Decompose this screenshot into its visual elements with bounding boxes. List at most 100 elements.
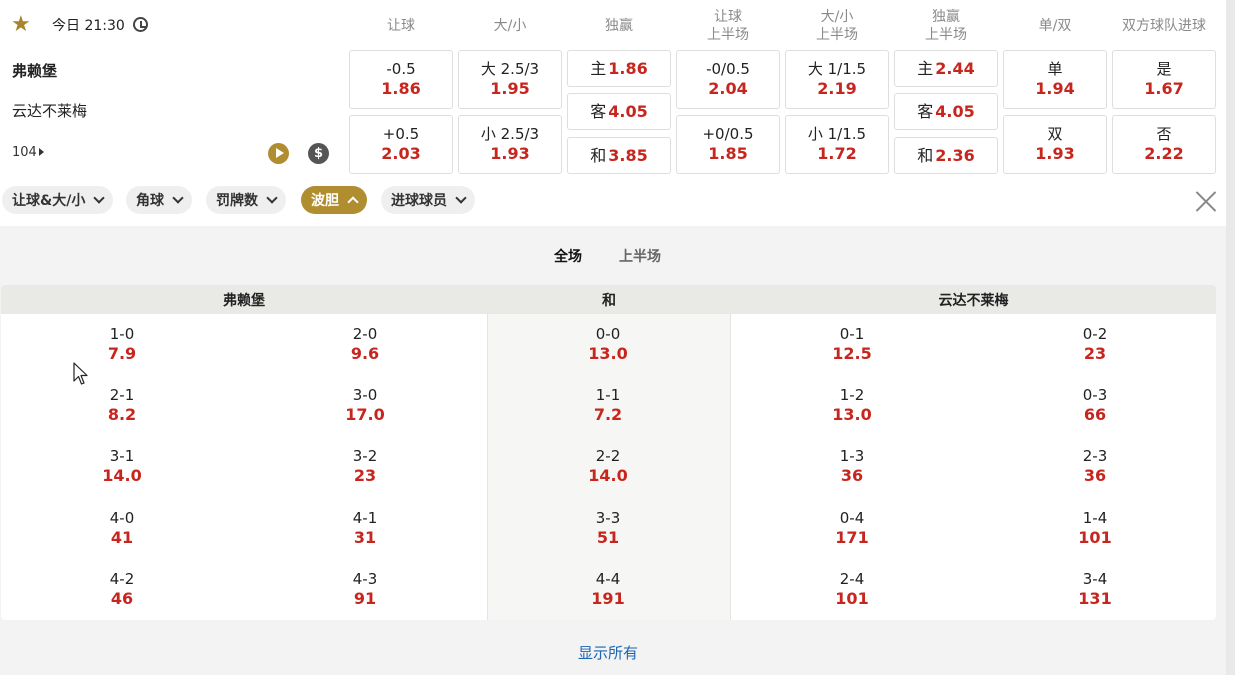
score-cell[interactable]: 0-0 13.0: [548, 325, 668, 364]
score-cell[interactable]: 4-1 31: [305, 509, 425, 548]
close-icon[interactable]: [1193, 188, 1219, 214]
score-cell[interactable]: 2-1 8.2: [62, 386, 182, 425]
score-cell[interactable]: 3-3 51: [548, 509, 668, 548]
odd-value: 2.22: [1144, 144, 1184, 163]
filter-chip-corners[interactable]: 角球: [126, 186, 192, 214]
odd-value: 2.03: [381, 144, 421, 163]
show-all-link[interactable]: 显示所有: [560, 642, 656, 663]
score-odd: 51: [596, 527, 620, 547]
score-cell[interactable]: 3-0 17.0: [305, 386, 425, 425]
score-odd: 23: [1083, 344, 1107, 363]
chip-label: 波胆: [311, 193, 339, 209]
score-odd: 36: [1083, 466, 1107, 486]
score-label: 1-0: [109, 325, 135, 343]
score-odd: 66: [1083, 405, 1107, 425]
odd-button[interactable]: 和 2.36: [894, 137, 998, 174]
score-label: 4-2: [109, 569, 135, 588]
score-cell[interactable]: 2-2 14.0: [548, 447, 668, 486]
odd-button[interactable]: 小 2.5/3 1.93: [458, 115, 562, 174]
score-cell[interactable]: 0-3 66: [1035, 386, 1155, 425]
score-cell[interactable]: 0-2 23: [1035, 325, 1155, 364]
filter-chip-correct-score[interactable]: 波胆: [301, 186, 367, 214]
score-cell[interactable]: 4-3 91: [305, 570, 425, 609]
odd-value: 1.72: [817, 144, 857, 163]
score-label: 0-1: [839, 325, 865, 343]
score-cell[interactable]: 1-3 36: [792, 447, 912, 486]
filter-chip-goalscorers[interactable]: 进球球员: [381, 186, 475, 214]
odd-label: 大 2.5/3: [480, 60, 540, 78]
score-cell[interactable]: 3-1 14.0: [62, 447, 182, 486]
odd-button[interactable]: -0.5 1.86: [349, 50, 453, 109]
score-cell[interactable]: 0-4 171: [792, 509, 912, 548]
score-label: 3-1: [109, 447, 135, 466]
odd-button[interactable]: 否 2.22: [1112, 115, 1216, 174]
score-odd: 171: [835, 527, 869, 547]
caret-right-icon: [38, 148, 44, 156]
score-label: 3-0: [352, 386, 378, 405]
odd-label: 客: [590, 102, 607, 121]
score-odd: 36: [840, 466, 864, 486]
score-odd: 14.0: [102, 466, 142, 486]
score-cell[interactable]: 2-3 36: [1035, 447, 1155, 486]
market-count-link[interactable]: 104: [12, 145, 44, 160]
col-head-over-under-1h: 大/小 上半场: [816, 9, 858, 43]
score-label: 1-3: [839, 447, 865, 466]
odd-value: 2.04: [708, 79, 748, 98]
filter-chip-handicap-ou[interactable]: 让球&大/小: [2, 186, 114, 214]
scrollbar-track[interactable]: [1226, 0, 1235, 675]
favorite-star-icon[interactable]: ★: [11, 14, 32, 36]
odd-button[interactable]: 单 1.94: [1003, 50, 1107, 109]
score-label: 4-4: [595, 569, 621, 588]
odd-value: 1.85: [708, 144, 748, 163]
odd-button[interactable]: 大 2.5/3 1.95: [458, 50, 562, 109]
score-cell[interactable]: 2-4 101: [792, 570, 912, 609]
odd-button[interactable]: 和 3.85: [567, 137, 671, 174]
score-odd: 101: [835, 588, 869, 608]
col-head-odd-even: 单/双: [1038, 18, 1072, 34]
score-label: 4-3: [352, 569, 378, 588]
score-label: 2-3: [1082, 447, 1108, 466]
odd-button[interactable]: 主 1.86: [567, 50, 671, 87]
odd-button[interactable]: +0.5 2.03: [349, 115, 453, 174]
score-cell[interactable]: 3-2 23: [305, 447, 425, 486]
score-cell[interactable]: 3-4 131: [1035, 570, 1155, 609]
score-cell[interactable]: 0-1 12.5: [792, 325, 912, 364]
score-cell[interactable]: 1-4 101: [1035, 509, 1155, 548]
score-cell[interactable]: 1-0 7.9: [62, 325, 182, 364]
odd-button[interactable]: 大 1/1.5 2.19: [785, 50, 889, 109]
odd-value: 1.93: [1035, 144, 1075, 163]
score-label: 0-2: [1082, 325, 1108, 343]
score-odd: 17.0: [345, 405, 385, 425]
filter-chip-cards[interactable]: 罚牌数: [206, 186, 286, 214]
play-icon[interactable]: [268, 143, 289, 164]
score-cell[interactable]: 4-0 41: [62, 509, 182, 548]
odd-value: 3.85: [608, 145, 648, 165]
odd-button[interactable]: 主 2.44: [894, 50, 998, 87]
cash-out-icon[interactable]: $: [308, 143, 329, 164]
correct-score-grid: 弗赖堡 和 云达不莱梅 1-0 7.9 2-1 8.2 3-1 14.0 4-0 41 4-2 4…: [1, 285, 1216, 620]
odd-button[interactable]: 双 1.93: [1003, 115, 1107, 174]
tab-full-time[interactable]: 全场: [554, 246, 582, 266]
score-cell[interactable]: 4-4 191: [548, 570, 668, 609]
chevron-up-icon: [347, 196, 359, 208]
chevron-down-icon: [172, 192, 184, 204]
tab-first-half[interactable]: 上半场: [619, 246, 661, 266]
chip-label: 罚牌数: [216, 193, 258, 209]
odd-label: 双: [1047, 125, 1063, 143]
score-odd: 12.5: [832, 344, 872, 363]
home-team: 弗赖堡: [12, 62, 58, 80]
odd-button[interactable]: 客 4.05: [894, 93, 998, 130]
score-cell[interactable]: 1-2 13.0: [792, 386, 912, 425]
odd-button[interactable]: +0/0.5 1.85: [676, 115, 780, 174]
odd-value: 2.36: [935, 145, 975, 165]
odd-label: 小 1/1.5: [807, 125, 867, 143]
odd-button[interactable]: 是 1.67: [1112, 50, 1216, 109]
score-cell[interactable]: 2-0 9.6: [305, 325, 425, 364]
score-cell[interactable]: 1-1 7.2: [548, 386, 668, 425]
odd-button[interactable]: 客 4.05: [567, 93, 671, 130]
odd-button[interactable]: -0/0.5 2.04: [676, 50, 780, 109]
score-cell[interactable]: 4-2 46: [62, 570, 182, 609]
odd-button[interactable]: 小 1/1.5 1.72: [785, 115, 889, 174]
odd-label: 和: [590, 146, 607, 165]
clock-icon: [133, 17, 148, 32]
